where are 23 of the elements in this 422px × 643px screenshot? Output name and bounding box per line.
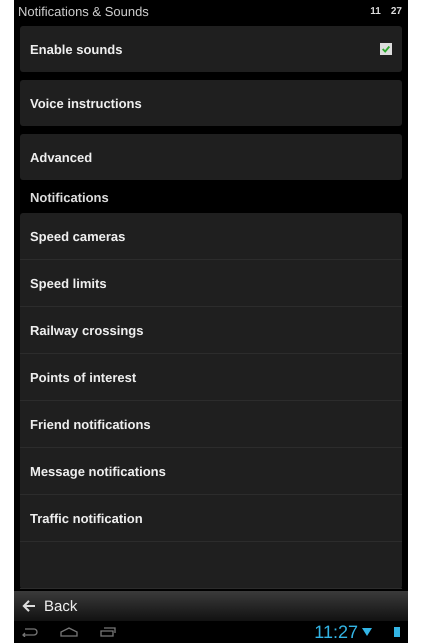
settings-item[interactable]: Speed cameras	[20, 213, 402, 260]
status-clock: 11	[370, 6, 381, 16]
back-icon[interactable]	[22, 627, 38, 637]
battery-icon	[394, 627, 400, 637]
settings-item[interactable]: Points of interest	[20, 354, 402, 401]
clock: 11:27	[314, 622, 358, 642]
screen-title: Notifications & Sounds	[18, 4, 150, 18]
settings-item[interactable]: Railway crossings	[20, 307, 402, 354]
settings-item[interactable]: Voice instructions	[20, 80, 402, 126]
settings-item[interactable]: Advanced	[20, 134, 402, 180]
settings-item[interactable]: Message notifications	[20, 448, 402, 495]
home-icon[interactable]	[60, 627, 78, 637]
status-clock: 27	[390, 6, 402, 16]
settings-item[interactable]: Enable sounds	[20, 26, 402, 72]
checkbox[interactable]	[380, 43, 392, 55]
settings-item[interactable]: Friend notifications	[20, 401, 402, 448]
recent-apps-icon[interactable]	[100, 627, 116, 637]
settings-item[interactable]: Traffic notification	[20, 495, 402, 542]
wifi-icon	[362, 628, 372, 636]
settings-item[interactable]: Speed limits	[20, 260, 402, 307]
back-button[interactable]: Back	[14, 591, 408, 621]
back-arrow-icon	[22, 600, 36, 612]
section-header: Notifications	[29, 189, 110, 207]
